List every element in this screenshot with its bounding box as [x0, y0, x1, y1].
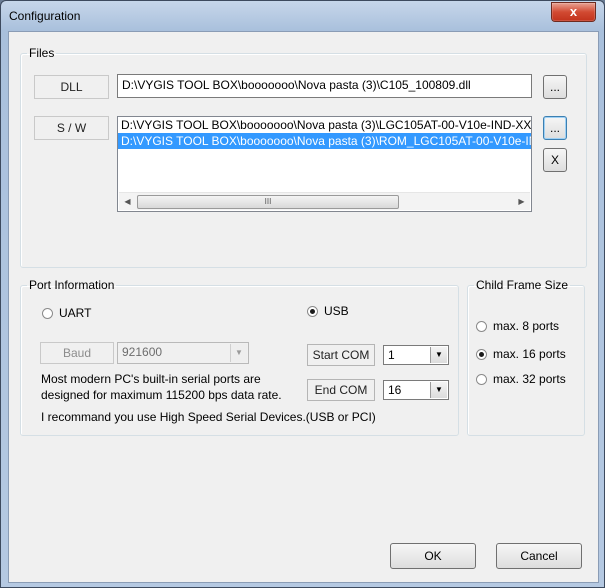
end-com-select[interactable]: 16 ▼ — [383, 380, 449, 400]
title-bar[interactable]: Configuration x — [1, 1, 604, 31]
radio-selected-icon — [476, 348, 487, 360]
child-frame-option-8[interactable]: max. 8 ports — [476, 319, 559, 333]
dll-browse-button[interactable]: ... — [543, 75, 567, 99]
start-com-label: Start COM — [307, 344, 375, 366]
uart-label: UART — [59, 306, 92, 320]
sw-file-list[interactable]: D:\VYGIS TOOL BOX\booooooo\Nova pasta (3… — [117, 116, 532, 212]
baud-rate-select: 921600 ▼ — [117, 342, 249, 364]
uart-radio[interactable]: UART — [42, 306, 91, 320]
sw-browse-button[interactable]: ... — [543, 116, 567, 140]
usb-radio[interactable]: USB — [307, 304, 349, 318]
dialog-body: Files DLL D:\VYGIS TOOL BOX\booooooo\Nov… — [8, 31, 599, 583]
child-frame-size-legend: Child Frame Size — [476, 278, 569, 292]
port-information-legend: Port Information — [29, 278, 115, 292]
child-frame-option-16[interactable]: max. 16 ports — [476, 347, 566, 361]
option-label: max. 16 ports — [493, 347, 566, 361]
dll-path-field[interactable]: D:\VYGIS TOOL BOX\booooooo\Nova pasta (3… — [117, 74, 532, 98]
baud-label: Baud — [40, 342, 114, 364]
window-title: Configuration — [9, 9, 81, 23]
option-label: max. 32 ports — [493, 372, 566, 386]
chevron-down-icon[interactable]: ▼ — [430, 347, 447, 363]
close-button[interactable]: x — [551, 2, 596, 22]
list-item[interactable]: D:\VYGIS TOOL BOX\booooooo\Nova pasta (3… — [118, 117, 531, 133]
list-item-selected[interactable]: D:\VYGIS TOOL BOX\booooooo\Nova pasta (3… — [118, 133, 531, 149]
option-label: max. 8 ports — [493, 319, 560, 333]
close-icon: x — [569, 4, 578, 19]
sw-remove-button[interactable]: X — [543, 148, 567, 172]
radio-selected-icon — [307, 305, 318, 317]
recommendation-text: I recommand you use High Speed Serial De… — [41, 410, 376, 424]
chevron-down-icon: ▼ — [230, 344, 247, 362]
scroll-thumb[interactable]: III — [137, 195, 399, 209]
end-com-value: 16 — [388, 383, 402, 397]
usb-label: USB — [324, 304, 349, 318]
ok-button[interactable]: OK — [390, 543, 476, 569]
start-com-select[interactable]: 1 ▼ — [383, 345, 449, 365]
end-com-label: End COM — [307, 379, 375, 401]
chevron-down-icon[interactable]: ▼ — [430, 382, 447, 398]
horizontal-scrollbar[interactable]: ◀ III ▶ — [119, 192, 530, 210]
cancel-button[interactable]: Cancel — [496, 543, 582, 569]
files-legend: Files — [29, 46, 55, 60]
radio-circle-icon — [476, 373, 487, 385]
baud-rate-value: 921600 — [122, 345, 163, 359]
sw-label: S / W — [34, 116, 109, 140]
configuration-window: Configuration x Files DLL D:\VYGIS TOOL … — [0, 0, 605, 588]
arrow-right-icon[interactable]: ▶ — [513, 193, 530, 210]
dll-label: DLL — [34, 75, 109, 99]
radio-circle-icon — [476, 320, 487, 332]
serial-note-line1: Most modern PC's built-in serial ports a… — [41, 372, 261, 386]
start-com-value: 1 — [388, 348, 395, 362]
radio-circle-icon — [42, 307, 53, 319]
serial-note-line2: designed for maximum 115200 bps data rat… — [41, 388, 282, 402]
arrow-left-icon[interactable]: ◀ — [119, 193, 136, 210]
child-frame-option-32[interactable]: max. 32 ports — [476, 372, 566, 386]
